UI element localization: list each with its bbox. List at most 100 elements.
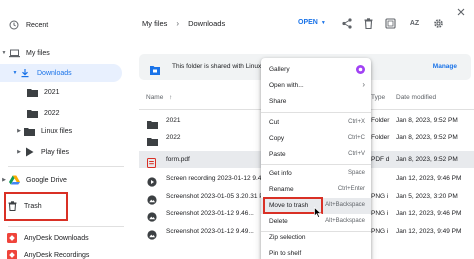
file-type: PDF d: [371, 156, 390, 163]
sidebar-item-google-drive[interactable]: ▶ Google Drive: [0, 171, 128, 189]
menu-item-zip-selection[interactable]: Zip selection: [261, 230, 371, 246]
image-file-icon: [147, 209, 157, 222]
menu-item-rename[interactable]: Rename Ctrl+Enter: [261, 182, 371, 198]
laptop-icon: [8, 48, 20, 58]
sidebar-item-my-files[interactable]: ▼ My files: [0, 44, 128, 62]
file-date: Jan 12, 2023, 9:46 PM: [396, 175, 462, 182]
toolbar: My files › Downloads OPEN ▼ AZ: [128, 0, 474, 44]
open-button[interactable]: OPEN ▼: [298, 19, 326, 26]
sidebar-item-label: Google Drive: [26, 176, 67, 184]
sidebar-divider: [8, 166, 124, 167]
image-file-icon: [147, 227, 157, 240]
sidebar-item-label: Recent: [26, 21, 49, 29]
menu-item-paste[interactable]: Paste Ctrl+V: [261, 147, 371, 163]
column-header-date[interactable]: Date modified: [396, 94, 436, 101]
sidebar-item-label: Play files: [41, 148, 70, 156]
file-type: Folder: [371, 117, 390, 124]
file-name: 2021: [166, 117, 181, 124]
menu-item-open-with[interactable]: Open with... ›: [261, 78, 371, 94]
trash-highlight-box: [4, 192, 68, 221]
file-date: Jan 8, 2023, 9:52 PM: [396, 117, 458, 124]
menu-item-cut[interactable]: Cut Ctrl+X: [261, 115, 371, 131]
sidebar-item-play-files[interactable]: ▶ Play files: [0, 143, 128, 161]
column-header-name[interactable]: Name ↑: [146, 94, 172, 101]
sidebar-item-2022[interactable]: 2022: [0, 104, 128, 122]
download-icon: [19, 68, 31, 78]
file-type: Folder: [371, 134, 390, 141]
delete-icon[interactable]: [362, 17, 375, 30]
chevron-right-icon[interactable]: ▶: [15, 149, 23, 155]
mouse-cursor-icon: [314, 205, 322, 223]
settings-icon[interactable]: [432, 17, 445, 30]
sidebar-item-linux-files[interactable]: ▶ Linux files: [0, 122, 128, 140]
close-icon[interactable]: [454, 5, 467, 18]
file-name: form.pdf: [166, 156, 190, 163]
breadcrumb: My files › Downloads: [142, 19, 225, 28]
video-file-icon: [147, 174, 157, 187]
file-date: Jan 8, 2023, 9:52 PM: [396, 134, 458, 141]
file-name: Screenshot 2023-01-12 9.49...: [166, 228, 254, 235]
sidebar-item-label: My files: [26, 49, 50, 57]
file-type: PNG i: [371, 210, 389, 217]
select-all-icon[interactable]: [384, 17, 397, 30]
file-date: Jan 12, 2023, 9:46 PM: [396, 210, 462, 217]
file-date: Jan 12, 2023, 9:49 PM: [396, 228, 462, 235]
folder-icon: [23, 126, 35, 136]
sidebar-item-label: 2021: [44, 88, 60, 96]
sidebar-item-label: AnyDesk Downloads: [24, 234, 89, 242]
chevron-right-icon[interactable]: ▶: [0, 177, 8, 183]
sidebar-divider: [8, 226, 124, 227]
file-type: PNG i: [371, 228, 389, 235]
menu-divider: [261, 112, 371, 113]
gallery-app-icon: [356, 65, 365, 76]
sidebar-item-2021[interactable]: 2021: [0, 83, 128, 101]
chevron-right-icon: ›: [362, 80, 365, 89]
linux-folder-icon: [150, 62, 160, 80]
manage-button[interactable]: Manage: [433, 63, 457, 70]
google-drive-icon: [8, 175, 20, 185]
menu-divider: [261, 164, 371, 165]
sort-icon[interactable]: AZ: [408, 17, 421, 30]
dropdown-icon: ▼: [320, 19, 326, 26]
chevron-right-icon: ›: [176, 19, 180, 28]
file-name: Screenshot 2023-01-05 3.20.31 PM: [166, 193, 269, 200]
sidebar-item-label: 2022: [44, 109, 60, 117]
image-file-icon: [147, 192, 157, 205]
folder-icon: [26, 87, 38, 97]
menu-item-get-info[interactable]: Get info Space: [261, 166, 371, 182]
column-header-type[interactable]: Type: [371, 94, 385, 101]
anydesk-icon: [6, 233, 18, 243]
breadcrumb-my-files[interactable]: My files: [142, 19, 167, 28]
chevron-down-icon[interactable]: ▼: [0, 50, 8, 56]
menu-item-pin-to-shelf[interactable]: Pin to shelf: [261, 246, 371, 259]
file-date: Jan 8, 2023, 9:52 PM: [396, 156, 458, 163]
menu-item-gallery[interactable]: Gallery: [261, 62, 371, 78]
file-date: Jan 5, 2023, 3:20 PM: [396, 193, 458, 200]
sidebar-item-label: Downloads: [37, 69, 72, 77]
arrow-up-icon: ↑: [169, 94, 173, 101]
share-icon[interactable]: [340, 17, 353, 30]
sidebar-item-anydesk-downloads[interactable]: AnyDesk Downloads: [0, 229, 128, 247]
file-name: 2022: [166, 134, 181, 141]
anydesk-icon: [6, 250, 18, 259]
menu-item-share[interactable]: Share: [261, 94, 371, 110]
folder-icon: [147, 116, 158, 129]
clock-icon: [8, 20, 20, 30]
breadcrumb-downloads: Downloads: [188, 19, 226, 28]
menu-item-copy[interactable]: Copy Ctrl+C: [261, 131, 371, 147]
sidebar-item-label: AnyDesk Recordings: [24, 251, 90, 259]
folder-icon: [26, 108, 38, 118]
chevron-down-icon[interactable]: ▼: [11, 70, 19, 76]
sidebar-item-recent[interactable]: Recent: [0, 16, 128, 34]
context-menu: Gallery Open with... › Share Cut Ctrl+X …: [261, 58, 371, 259]
chevron-right-icon[interactable]: ▶: [15, 128, 23, 134]
file-type: PNG i: [371, 193, 389, 200]
banner-text: This folder is shared with Linux: [172, 63, 262, 70]
sidebar-item-label: Linux files: [41, 127, 73, 135]
pdf-file-icon: [147, 155, 157, 168]
sidebar-item-anydesk-recordings[interactable]: AnyDesk Recordings: [0, 246, 128, 259]
file-name: Screenshot 2023-01-12 9.46...: [166, 210, 254, 217]
folder-icon: [147, 133, 158, 146]
play-icon: [23, 147, 35, 157]
sidebar-item-downloads[interactable]: ▼ Downloads: [0, 64, 122, 82]
